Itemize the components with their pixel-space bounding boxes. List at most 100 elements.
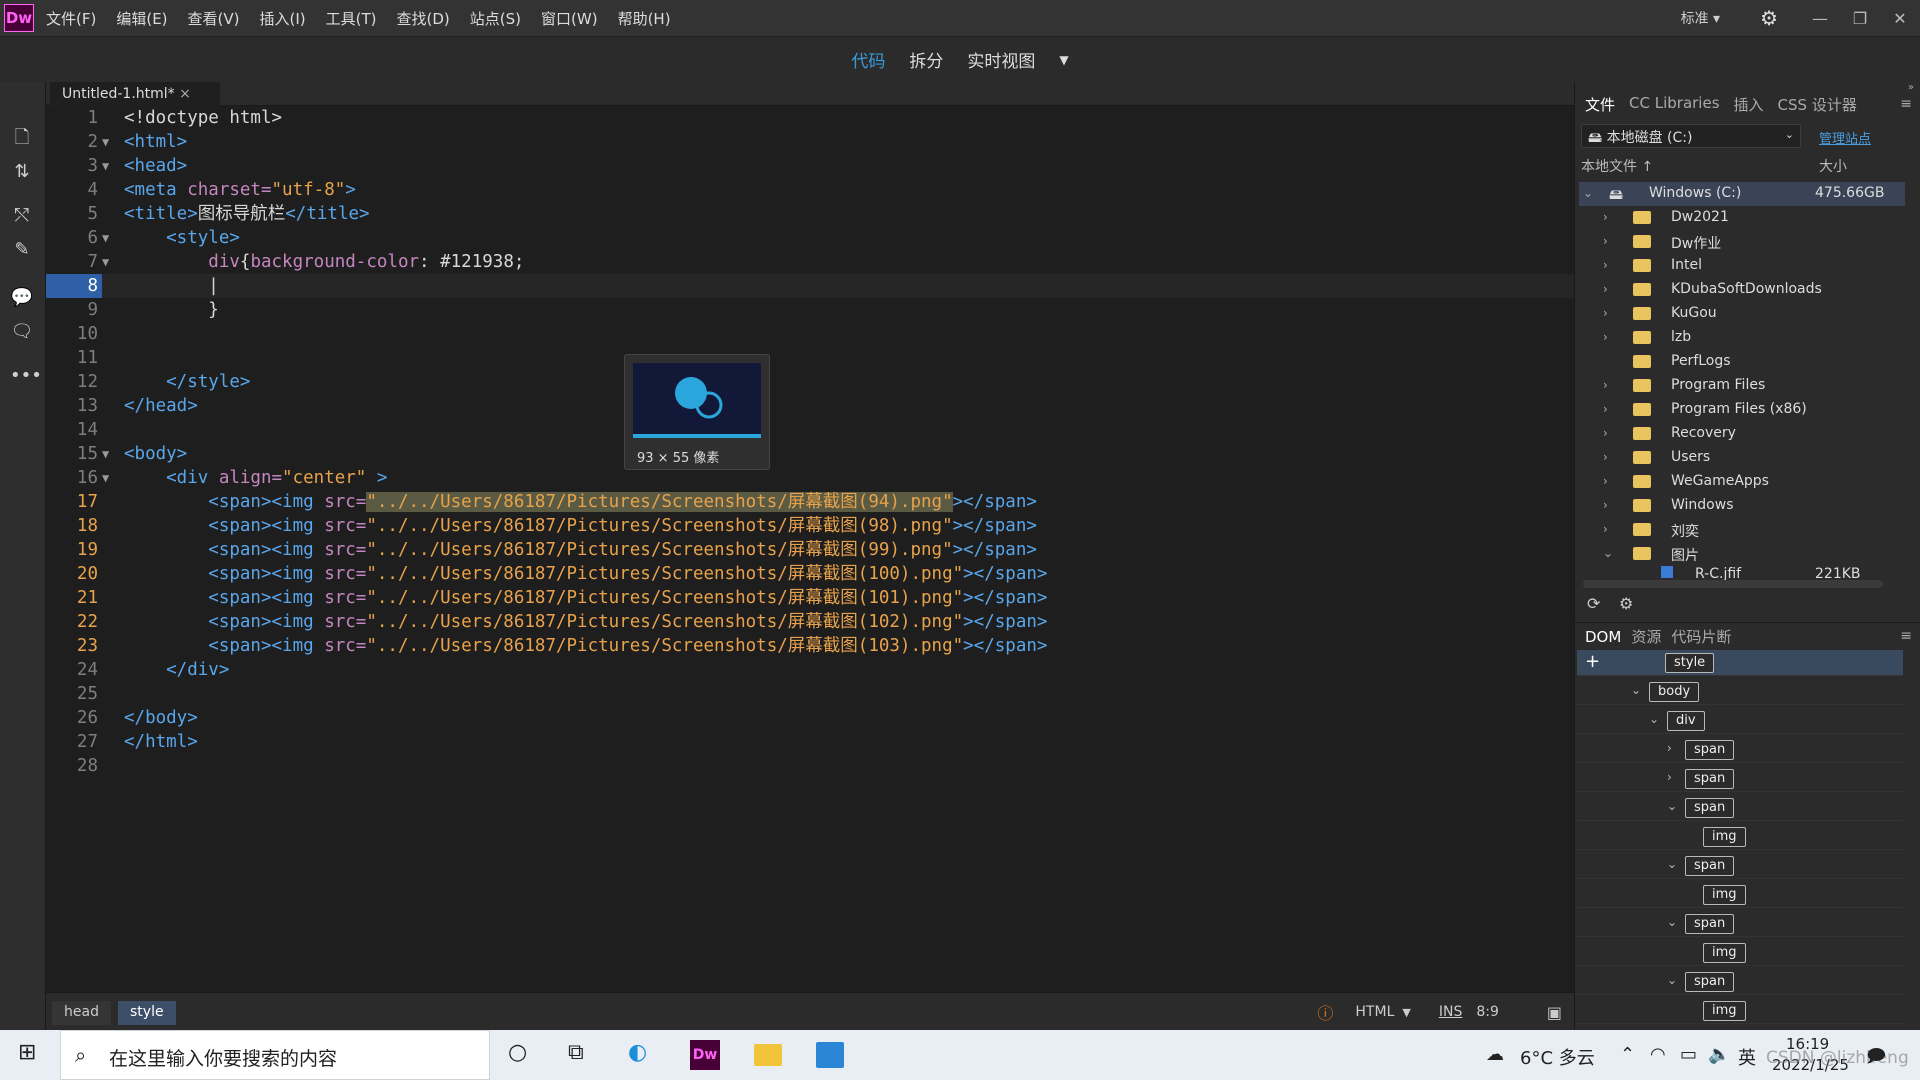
chevron-right-icon[interactable]: › bbox=[1603, 402, 1608, 416]
expand-all-icon[interactable]: ⤲ bbox=[10, 204, 34, 228]
document-tab[interactable]: Untitled-1.html* × bbox=[50, 82, 220, 106]
chevron-down-icon[interactable]: ⌄ bbox=[1603, 546, 1613, 560]
chevron-right-icon[interactable]: › bbox=[1603, 522, 1608, 536]
fold-icon[interactable]: ▼ bbox=[102, 466, 109, 490]
files-horizontal-scrollbar[interactable] bbox=[1583, 580, 1883, 588]
chevron-right-icon[interactable]: › bbox=[1603, 498, 1608, 512]
input-method[interactable]: 英 bbox=[1738, 1044, 1756, 1070]
menu-tools[interactable]: 工具(T) bbox=[326, 8, 377, 29]
tab-assets[interactable]: 资源 bbox=[1631, 626, 1661, 647]
chevron-right-icon[interactable]: › bbox=[1603, 426, 1608, 440]
folder-item[interactable]: › WeGameApps bbox=[1579, 470, 1905, 494]
connect-remote-icon[interactable]: ⚙ bbox=[1619, 594, 1633, 613]
dom-tag[interactable]: img bbox=[1703, 943, 1746, 963]
col-size[interactable]: 大小 bbox=[1819, 156, 1847, 176]
panel-menu-icon[interactable]: ≡ bbox=[1900, 96, 1912, 112]
dom-node[interactable]: ⌄ div bbox=[1577, 708, 1903, 734]
dom-tag[interactable]: span bbox=[1685, 856, 1735, 876]
edge-browser-icon[interactable]: ◐ bbox=[628, 1040, 647, 1065]
tab-cc-libraries[interactable]: CC Libraries bbox=[1629, 94, 1720, 120]
chevron-right-icon[interactable]: › bbox=[1603, 258, 1608, 272]
dom-tag[interactable]: div bbox=[1667, 711, 1705, 731]
collapse-panel-icon[interactable]: » bbox=[1908, 82, 1914, 93]
tab-css-designer[interactable]: CSS 设计器 bbox=[1778, 94, 1857, 120]
dom-node[interactable]: + style bbox=[1577, 650, 1903, 676]
dom-tag[interactable]: img bbox=[1703, 827, 1746, 847]
refresh-icon[interactable]: ⟳ bbox=[1587, 594, 1600, 613]
insert-mode[interactable]: INS bbox=[1439, 1004, 1463, 1020]
file-item[interactable]: R-C.jfif 221KB bbox=[1579, 566, 1905, 580]
chevron-right-icon[interactable]: › bbox=[1603, 378, 1608, 392]
tag-selector-style[interactable]: style bbox=[118, 1001, 176, 1025]
remove-comment-icon[interactable]: 🗨 bbox=[10, 320, 34, 344]
folder-item[interactable]: › 刘奕 bbox=[1579, 518, 1905, 542]
dom-tag[interactable]: img bbox=[1703, 885, 1746, 905]
minimize-icon[interactable]: — bbox=[1800, 9, 1840, 28]
col-local-files[interactable]: 本地文件 ↑ bbox=[1581, 159, 1653, 175]
code-view-button[interactable]: 代码 bbox=[851, 47, 885, 72]
site-select[interactable]: 🖴 本地磁盘 (C:) ⌄ bbox=[1581, 124, 1801, 148]
volume-icon[interactable]: 🔈 bbox=[1708, 1044, 1730, 1065]
document-type-select[interactable]: HTML bbox=[1355, 1004, 1394, 1020]
chevron-down-icon[interactable]: ⌄ bbox=[1667, 973, 1677, 987]
add-element-icon[interactable]: + bbox=[1585, 651, 1600, 672]
folder-item[interactable]: › Intel bbox=[1579, 254, 1905, 278]
folder-item[interactable]: › Recovery bbox=[1579, 422, 1905, 446]
chevron-down-icon[interactable]: ⌄ bbox=[1667, 915, 1677, 929]
dom-tag[interactable]: span bbox=[1685, 769, 1735, 789]
menu-view[interactable]: 查看(V) bbox=[188, 8, 240, 29]
chevron-right-icon[interactable]: › bbox=[1603, 474, 1608, 488]
folder-item[interactable]: PerfLogs bbox=[1579, 350, 1905, 374]
chevron-right-icon[interactable]: › bbox=[1603, 234, 1608, 248]
chevron-down-icon[interactable]: ⌄ bbox=[1583, 186, 1593, 200]
open-documents-icon[interactable]: 🗋 bbox=[10, 126, 34, 150]
windows-start-icon[interactable]: ⊞ bbox=[18, 1040, 36, 1065]
menu-insert[interactable]: 插入(I) bbox=[260, 8, 306, 29]
folder-item[interactable]: › Users bbox=[1579, 446, 1905, 470]
task-view-icon[interactable]: ⧉ bbox=[568, 1040, 584, 1065]
dom-node[interactable]: ⌄ span bbox=[1577, 853, 1903, 879]
weather-text[interactable]: 6°C 多云 bbox=[1520, 1044, 1595, 1070]
tag-selector-head[interactable]: head bbox=[52, 1001, 111, 1025]
folder-item[interactable]: › Dw作业 bbox=[1579, 230, 1905, 254]
folder-item[interactable]: › Windows bbox=[1579, 494, 1905, 518]
menu-file[interactable]: 文件(F) bbox=[46, 8, 96, 29]
dom-node[interactable]: img bbox=[1577, 824, 1903, 850]
close-tab-icon[interactable]: × bbox=[179, 86, 191, 102]
file-management-icon[interactable]: ⇅ bbox=[10, 160, 34, 184]
split-view-button[interactable]: 拆分 bbox=[909, 47, 943, 72]
manage-sites-link[interactable]: 管理站点 bbox=[1819, 128, 1871, 147]
chevron-down-icon[interactable]: ⌄ bbox=[1667, 857, 1677, 871]
tab-snippets[interactable]: 代码片断 bbox=[1671, 626, 1731, 647]
tab-dom[interactable]: DOM bbox=[1585, 628, 1621, 646]
fold-icon[interactable]: ▼ bbox=[102, 130, 109, 154]
chevron-right-icon[interactable]: › bbox=[1603, 210, 1608, 224]
chevron-down-icon[interactable]: ⌄ bbox=[1667, 799, 1677, 813]
folder-item[interactable]: › Program Files (x86) bbox=[1579, 398, 1905, 422]
fold-icon[interactable]: ▼ bbox=[102, 226, 109, 250]
tab-insert[interactable]: 插入 bbox=[1734, 94, 1764, 120]
menu-window[interactable]: 窗口(W) bbox=[541, 8, 598, 29]
taskbar-search-box[interactable]: ⌕ 在这里输入你要搜索的内容 bbox=[60, 1030, 490, 1080]
fold-icon[interactable]: ▼ bbox=[102, 250, 109, 274]
dom-tag[interactable]: span bbox=[1685, 740, 1735, 760]
tray-expand-icon[interactable]: ⌃ bbox=[1620, 1044, 1635, 1065]
menu-edit[interactable]: 编辑(E) bbox=[116, 8, 167, 29]
dom-node[interactable]: ⌄ span bbox=[1577, 911, 1903, 937]
workspace-switcher[interactable]: 标准 ▾ bbox=[1681, 8, 1720, 28]
live-view-button[interactable]: 实时视图 bbox=[967, 47, 1035, 72]
chevron-right-icon[interactable]: › bbox=[1603, 450, 1608, 464]
close-icon[interactable]: ✕ bbox=[1880, 9, 1920, 28]
dom-node[interactable]: › span bbox=[1577, 737, 1903, 763]
folder-item[interactable]: › lzb bbox=[1579, 326, 1905, 350]
chevron-right-icon[interactable]: › bbox=[1667, 770, 1672, 784]
dreamweaver-taskbar-icon[interactable]: Dw bbox=[690, 1040, 720, 1070]
notification-icon[interactable]: 🗩 bbox=[1866, 1044, 1886, 1074]
dom-node[interactable]: img bbox=[1577, 940, 1903, 966]
folder-item[interactable]: › KDubaSoftDownloads bbox=[1579, 278, 1905, 302]
chevron-down-icon[interactable]: ⌄ bbox=[1649, 712, 1659, 726]
menu-find[interactable]: 查找(D) bbox=[397, 8, 450, 29]
code-editor[interactable]: 1 <!doctype html> 2 ▼ <html> 3 ▼ <head> 4 <met… bbox=[46, 106, 1574, 992]
battery-icon[interactable]: ▭ bbox=[1680, 1044, 1697, 1065]
dom-node[interactable]: img bbox=[1577, 882, 1903, 908]
